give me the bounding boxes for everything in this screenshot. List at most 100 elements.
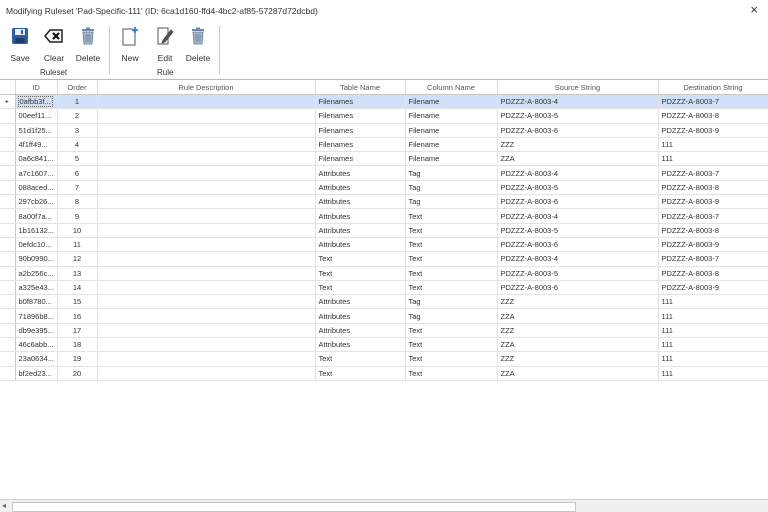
row-header[interactable] (0, 294, 16, 310)
cell-table-name[interactable]: Attributes (315, 208, 406, 224)
cell-destination-string[interactable]: PDZZZ-A-8003-9 (658, 123, 768, 138)
cell-rule-description[interactable] (97, 280, 316, 296)
cell-rule-description[interactable] (97, 194, 316, 210)
cell-column-name[interactable]: Filename (405, 94, 498, 110)
cell-order[interactable]: 6 (57, 165, 98, 181)
cell-destination-string[interactable]: 111 (658, 294, 768, 310)
cell-column-name[interactable]: Text (405, 237, 498, 253)
table-row[interactable]: db9e395... 17 Attributes Text ZZZ 111 (0, 323, 768, 339)
scroll-left-icon[interactable]: ◂ (2, 501, 6, 510)
cell-source-string[interactable]: PDZZZ-A-8003-5 (497, 108, 659, 124)
cell-table-name[interactable]: Text (315, 366, 406, 381)
cell-id[interactable]: 0afbb3f... (15, 94, 58, 110)
cell-order[interactable]: 10 (57, 223, 98, 238)
cell-source-string[interactable]: PDZZZ-A-8003-6 (497, 280, 659, 296)
cell-table-name[interactable]: Text (315, 351, 406, 367)
delete-ruleset-button[interactable]: Delete (71, 26, 105, 64)
cell-order[interactable]: 13 (57, 266, 98, 281)
cell-table-name[interactable]: Filenames (315, 108, 406, 124)
cell-destination-string[interactable]: PDZZZ-A-8003-8 (658, 180, 768, 196)
column-header-source-string[interactable]: Source String (497, 80, 659, 95)
cell-id[interactable]: db9e395... (15, 323, 58, 339)
cell-rule-description[interactable] (97, 123, 316, 138)
clear-button[interactable]: Clear (37, 26, 71, 64)
cell-destination-string[interactable]: PDZZZ-A-8003-7 (658, 251, 768, 267)
cell-source-string[interactable]: PDZZZ-A-8003-5 (497, 180, 659, 196)
table-row[interactable]: 90b0990... 12 Text Text PDZZZ-A-8003-4 PDZZZ-… (0, 251, 768, 267)
row-header[interactable] (0, 151, 16, 167)
cell-id[interactable]: a7c1607... (15, 165, 58, 181)
cell-column-name[interactable]: Filename (405, 123, 498, 138)
cell-table-name[interactable]: Attributes (315, 323, 406, 339)
cell-source-string[interactable]: ZZZ (497, 137, 659, 153)
cell-order[interactable]: 8 (57, 194, 98, 210)
cell-destination-string[interactable]: PDZZZ-A-8003-8 (658, 108, 768, 124)
cell-column-name[interactable]: Filename (405, 137, 498, 153)
row-header[interactable] (0, 123, 16, 138)
table-row[interactable]: a7c1607... 6 Attributes Tag PDZZZ-A-8003-4 PD… (0, 165, 768, 181)
column-header-table-name[interactable]: Table Name (315, 80, 406, 95)
row-header[interactable] (0, 108, 16, 124)
cell-destination-string[interactable]: PDZZZ-A-8003-8 (658, 223, 768, 238)
cell-source-string[interactable]: ZZA (497, 151, 659, 167)
table-row[interactable]: a325e43... 14 Text Text PDZZZ-A-8003-6 PDZZZ-… (0, 280, 768, 296)
cell-rule-description[interactable] (97, 94, 316, 110)
cell-order[interactable]: 3 (57, 123, 98, 138)
cell-table-name[interactable]: Text (315, 251, 406, 267)
cell-id[interactable]: 4f1ff49... (15, 137, 58, 153)
column-header-destination-string[interactable]: Destination String (658, 80, 768, 95)
cell-source-string[interactable]: ZZA (497, 337, 659, 353)
cell-rule-description[interactable] (97, 323, 316, 339)
cell-column-name[interactable]: Text (405, 251, 498, 267)
cell-table-name[interactable]: Filenames (315, 123, 406, 138)
cell-table-name[interactable]: Attributes (315, 180, 406, 196)
cell-column-name[interactable]: Filename (405, 108, 498, 124)
table-row[interactable]: 088aced... 7 Attributes Tag PDZZZ-A-8003-5 PD… (0, 180, 768, 196)
cell-column-name[interactable]: Text (405, 223, 498, 238)
cell-id[interactable]: 297cb26... (15, 194, 58, 210)
cell-rule-description[interactable] (97, 108, 316, 124)
cell-column-name[interactable]: Tag (405, 194, 498, 210)
cell-destination-string[interactable]: PDZZZ-A-8003-9 (658, 194, 768, 210)
cell-rule-description[interactable] (97, 151, 316, 167)
cell-id[interactable]: 00eef11... (15, 108, 58, 124)
cell-rule-description[interactable] (97, 308, 316, 324)
cell-rule-description[interactable] (97, 366, 316, 381)
cell-id[interactable]: 0a6c841... (15, 151, 58, 167)
cell-column-name[interactable]: Tag (405, 180, 498, 196)
cell-rule-description[interactable] (97, 223, 316, 238)
cell-source-string[interactable]: PDZZZ-A-8003-6 (497, 123, 659, 138)
delete-rule-button[interactable]: Delete (181, 26, 215, 64)
cell-rule-description[interactable] (97, 337, 316, 353)
cell-table-name[interactable]: Filenames (315, 94, 406, 110)
table-row[interactable]: 0a6c841... 5 Filenames Filename ZZA 111 (0, 151, 768, 167)
cell-table-name[interactable]: Filenames (315, 137, 406, 153)
row-header[interactable] (0, 351, 16, 367)
cell-column-name[interactable]: Text (405, 337, 498, 353)
cell-column-name[interactable]: Tag (405, 294, 498, 310)
cell-table-name[interactable]: Attributes (315, 337, 406, 353)
table-row[interactable]: b0f8780... 15 Attributes Tag ZZZ 111 (0, 294, 768, 310)
cell-destination-string[interactable]: 111 (658, 151, 768, 167)
table-row[interactable]: a2b256c... 13 Text Text PDZZZ-A-8003-5 PDZZZ-… (0, 266, 768, 281)
table-row[interactable]: bf2ed23... 20 Text Text ZZA 111 (0, 366, 768, 381)
cell-table-name[interactable]: Attributes (315, 165, 406, 181)
cell-column-name[interactable]: Filename (405, 151, 498, 167)
cell-id[interactable]: 1b16132... (15, 223, 58, 238)
cell-order[interactable]: 11 (57, 237, 98, 253)
cell-table-name[interactable]: Text (315, 280, 406, 296)
cell-rule-description[interactable] (97, 180, 316, 196)
table-row[interactable]: 1b16132... 10 Attributes Text PDZZZ-A-8003-5… (0, 223, 768, 238)
cell-source-string[interactable]: PDZZZ-A-8003-4 (497, 165, 659, 181)
cell-source-string[interactable]: ZZA (497, 308, 659, 324)
cell-source-string[interactable]: PDZZZ-A-8003-5 (497, 223, 659, 238)
cell-order[interactable]: 16 (57, 308, 98, 324)
cell-order[interactable]: 20 (57, 366, 98, 381)
cell-destination-string[interactable]: 111 (658, 337, 768, 353)
table-row[interactable]: 00eef11... 2 Filenames Filename PDZZZ-A-8003… (0, 108, 768, 124)
row-header[interactable] (0, 323, 16, 339)
row-header[interactable] (0, 366, 16, 381)
table-row[interactable]: 297cb26... 8 Attributes Tag PDZZZ-A-8003-6 PD… (0, 194, 768, 210)
cell-table-name[interactable]: Text (315, 266, 406, 281)
cell-column-name[interactable]: Text (405, 266, 498, 281)
